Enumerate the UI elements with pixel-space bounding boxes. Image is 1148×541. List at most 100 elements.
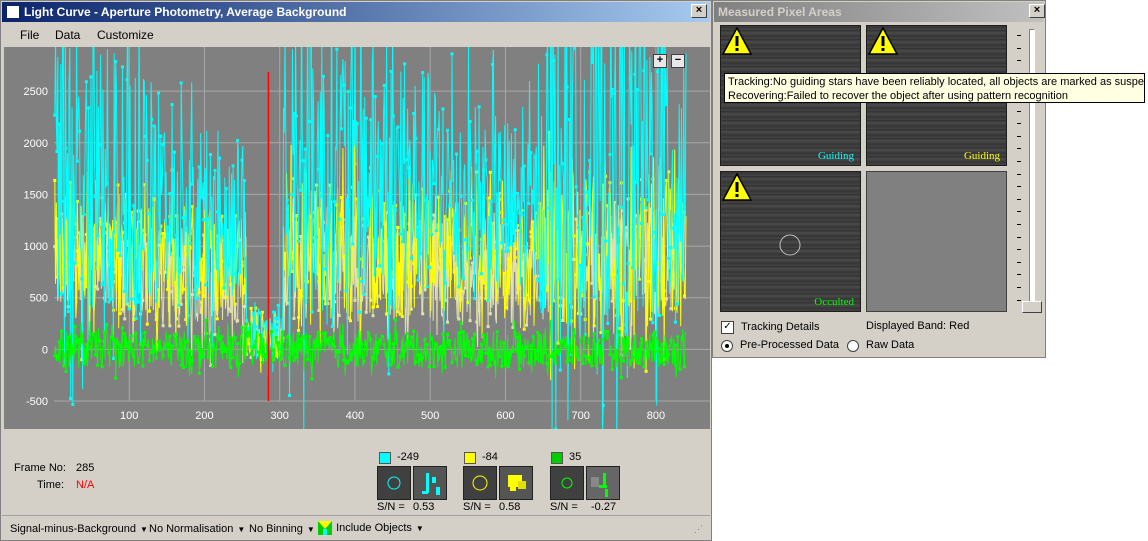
- data-point: [538, 295, 542, 299]
- object-1-aperture: [377, 466, 411, 500]
- data-point: [215, 210, 219, 214]
- pixel-area-4[interactable]: [866, 171, 1007, 312]
- data-point: [644, 369, 648, 373]
- light-curve-chart[interactable]: 100 200 300 400 500 600 700 800 -500 0 500 1000 1500…: [4, 0, 710, 448]
- data-point: [324, 267, 328, 271]
- object-1-pixels: [413, 466, 447, 500]
- binning-dropdown[interactable]: No Binning ▼: [249, 523, 315, 535]
- data-point: [464, 286, 468, 290]
- menu-data[interactable]: Data: [55, 28, 80, 42]
- data-point: [159, 348, 163, 352]
- data-point: [362, 292, 366, 296]
- zoom-slider-track[interactable]: [1029, 29, 1035, 313]
- data-point: [251, 345, 255, 349]
- data-point: [488, 363, 492, 367]
- tracking-details-label[interactable]: Tracking Details: [741, 321, 819, 333]
- data-point: [242, 179, 246, 183]
- data-point: [409, 256, 413, 260]
- signal-dropdown[interactable]: Signal-minus-Background ▼: [10, 523, 148, 535]
- data-point: [610, 88, 614, 92]
- object-1-color[interactable]: [379, 452, 391, 464]
- light-curve-titlebar[interactable]: Light Curve - Aperture Photometry, Avera…: [2, 2, 710, 22]
- object-2-color[interactable]: [464, 452, 476, 464]
- data-point: [425, 285, 429, 289]
- close-icon[interactable]: ×: [691, 4, 707, 18]
- data-point: [432, 265, 436, 269]
- pre-processed-label[interactable]: Pre-Processed Data: [740, 339, 839, 351]
- binning-label: No Binning: [249, 523, 303, 535]
- close-icon[interactable]: ×: [1029, 4, 1045, 18]
- menu-customize[interactable]: Customize: [97, 28, 154, 42]
- zoom-slider-thumb[interactable]: [1022, 301, 1042, 313]
- zoom-out-button[interactable]: −: [671, 54, 685, 68]
- data-point: [249, 351, 253, 355]
- data-point: [82, 362, 86, 366]
- include-objects-dropdown[interactable]: Include Objects ▼: [317, 520, 424, 536]
- data-point: [272, 310, 276, 314]
- data-point: [574, 345, 578, 349]
- data-point: [619, 205, 623, 209]
- data-point: [206, 356, 210, 360]
- data-point: [511, 193, 515, 197]
- data-point: [96, 363, 100, 367]
- data-point: [168, 192, 172, 196]
- data-point: [193, 288, 197, 292]
- raw-data-radio[interactable]: [847, 340, 859, 352]
- data-point: [382, 83, 386, 87]
- data-point: [190, 359, 194, 363]
- data-point: [579, 263, 583, 267]
- data-point: [491, 62, 495, 66]
- data-point: [488, 312, 492, 316]
- object-3-color[interactable]: [551, 452, 563, 464]
- normalisation-label: No Normalisation: [149, 523, 234, 535]
- data-point: [299, 289, 303, 293]
- tracking-details-checkbox[interactable]: ✓: [721, 321, 734, 334]
- data-point: [224, 187, 228, 191]
- data-point: [502, 218, 506, 222]
- data-point: [303, 335, 307, 339]
- menu-file[interactable]: File: [20, 28, 39, 42]
- data-point: [642, 365, 646, 369]
- data-point: [321, 74, 325, 78]
- raw-data-label[interactable]: Raw Data: [866, 339, 914, 351]
- data-point: [563, 345, 567, 349]
- data-point: [502, 271, 506, 275]
- data-point: [664, 103, 668, 107]
- data-point: [62, 199, 66, 203]
- data-point: [461, 276, 465, 280]
- zoom-in-button[interactable]: +: [653, 54, 667, 68]
- resize-grip-icon[interactable]: ⋰: [694, 524, 703, 535]
- data-point: [129, 334, 133, 338]
- pixel-areas-titlebar[interactable]: Measured Pixel Areas: [714, 2, 1044, 22]
- data-point: [75, 159, 79, 163]
- pre-processed-radio[interactable]: [721, 340, 733, 352]
- data-point: [272, 348, 276, 352]
- data-point: [75, 340, 79, 344]
- data-point: [531, 335, 535, 339]
- data-point: [276, 303, 280, 307]
- data-point: [534, 155, 538, 159]
- pixel-area-3[interactable]: Occulted: [720, 171, 861, 312]
- data-point: [477, 350, 481, 354]
- data-point: [197, 290, 201, 294]
- data-point: [493, 144, 497, 148]
- data-point: [342, 83, 346, 87]
- object-3-sn: -0.27: [591, 501, 617, 513]
- data-point: [274, 336, 278, 340]
- data-point: [157, 91, 161, 95]
- data-point: [161, 354, 165, 358]
- data-point: [348, 319, 352, 323]
- data-point: [87, 339, 91, 343]
- object-3-aperture: [550, 466, 584, 500]
- data-point: [482, 281, 486, 285]
- data-point: [457, 285, 461, 289]
- window-title: Light Curve - Aperture Photometry, Avera…: [24, 5, 347, 19]
- data-point: [157, 288, 161, 292]
- light-curve-plot[interactable]: 100 200 300 400 500 600 700 800 -500 0 500 1000 1500…: [4, 0, 710, 448]
- data-point: [260, 361, 264, 365]
- normalisation-dropdown[interactable]: No Normalisation ▼: [149, 523, 245, 535]
- data-point: [416, 353, 420, 357]
- data-point: [348, 106, 352, 110]
- object-1-sn-label: S/N =: [377, 501, 405, 513]
- slider-tick: [1017, 198, 1021, 200]
